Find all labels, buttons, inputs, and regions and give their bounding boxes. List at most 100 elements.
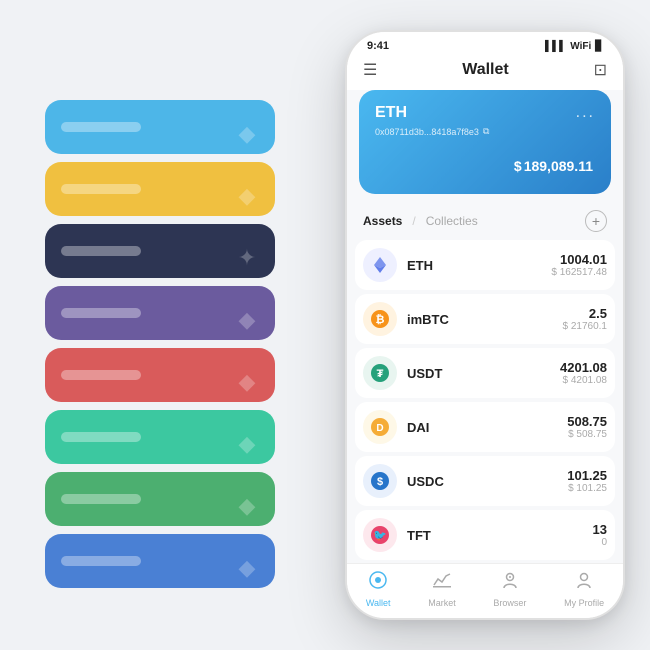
status-time: 9:41 [367,40,389,52]
browser-nav-icon [500,570,520,596]
phone-mockup: 9:41 ▌▌▌ WiFi ▊ ☰ Wallet ⊡ ETH ... [345,30,625,620]
imbtc-name: imBTC [407,312,563,327]
nav-wallet[interactable]: Wallet [366,570,391,608]
asset-list: ETH 1004.01 $ 162517.48 ₿ imBTC 2.5 $ 21… [347,240,623,563]
tab-assets[interactable]: Assets [363,214,402,228]
signal-icon: ▌▌▌ [545,41,566,52]
nav-market[interactable]: Market [428,570,456,608]
assets-section-header: Assets / Collecties + [347,204,623,240]
card-label [61,432,141,442]
dai-icon: D [363,410,397,444]
card-icon-3: ✦ [233,244,261,272]
dai-balance: 508.75 [567,414,607,429]
svg-text:$: $ [377,476,383,488]
card-icon-5: ◆ [233,368,261,396]
wallet-nav-label: Wallet [366,598,391,608]
card-label [61,308,141,318]
asset-item-usdc[interactable]: $ USDC 101.25 $ 101.25 [355,456,615,506]
wallet-card-8[interactable]: ◆ [45,534,275,588]
svg-text:₮: ₮ [377,368,384,380]
market-nav-label: Market [428,598,456,608]
usdt-amounts: 4201.08 $ 4201.08 [560,360,607,386]
usdc-name: USDC [407,474,567,489]
imbtc-icon: ₿ [363,302,397,336]
imbtc-balance: 2.5 [563,306,608,321]
eth-name: ETH [407,258,551,273]
asset-item-eth[interactable]: ETH 1004.01 $ 162517.48 [355,240,615,290]
cards-stack: ◆ ◆ ✦ ◆ ◆ ◆ ◆ ◆ [45,100,275,588]
card-label [61,370,141,380]
wallet-card-2[interactable]: ◆ [45,162,275,216]
wallet-card-7[interactable]: ◆ [45,472,275,526]
wallet-card-top: ETH ... [375,104,595,122]
nav-profile[interactable]: My Profile [564,570,604,608]
tft-amounts: 13 0 [593,522,607,548]
asset-item-usdt[interactable]: ₮ USDT 4201.08 $ 4201.08 [355,348,615,398]
wallet-more-button[interactable]: ... [576,104,595,122]
menu-icon[interactable]: ☰ [363,60,377,80]
tab-collecties[interactable]: Collecties [426,214,478,228]
wallet-address: 0x08711d3b...8418a7f8e3 ⧉ [375,126,595,137]
bottom-nav: Wallet Market Browser [347,563,623,618]
usdt-balance: 4201.08 [560,360,607,375]
eth-usd: $ 162517.48 [551,267,607,278]
card-label [61,184,141,194]
wallet-card-3[interactable]: ✦ [45,224,275,278]
market-nav-icon [432,570,452,596]
usdc-balance: 101.25 [567,468,607,483]
usdt-icon: ₮ [363,356,397,390]
tft-usd: 0 [593,537,607,548]
assets-tabs: Assets / Collecties [363,214,478,228]
add-asset-button[interactable]: + [585,210,607,232]
wallet-balance-amount: $189,089.11 [375,147,595,178]
svg-text:₿: ₿ [376,314,385,326]
card-label [61,556,141,566]
card-label [61,246,141,256]
nav-browser[interactable]: Browser [493,570,526,608]
wallet-card-6[interactable]: ◆ [45,410,275,464]
asset-item-dai[interactable]: D DAI 508.75 $ 508.75 [355,402,615,452]
page-title: Wallet [462,61,509,79]
card-label [61,494,141,504]
wallet-card-1[interactable]: ◆ [45,100,275,154]
tab-divider: / [412,214,415,228]
copy-address-icon[interactable]: ⧉ [483,126,489,137]
tft-balance: 13 [593,522,607,537]
phone-screen: 9:41 ▌▌▌ WiFi ▊ ☰ Wallet ⊡ ETH ... [347,32,623,618]
wallet-nav-icon [368,570,388,596]
dai-usd: $ 508.75 [567,429,607,440]
dai-amounts: 508.75 $ 508.75 [567,414,607,440]
phone-header: ☰ Wallet ⊡ [347,56,623,90]
card-icon-1: ◆ [233,120,261,148]
imbtc-usd: $ 21760.1 [563,321,608,332]
eth-amounts: 1004.01 $ 162517.48 [551,252,607,278]
card-label [61,122,141,132]
svg-text:D: D [376,423,383,434]
profile-nav-icon [574,570,594,596]
usdt-name: USDT [407,366,560,381]
browser-nav-label: Browser [493,598,526,608]
asset-item-imbtc[interactable]: ₿ imBTC 2.5 $ 21760.1 [355,294,615,344]
card-icon-4: ◆ [233,306,261,334]
scan-icon[interactable]: ⊡ [594,60,607,80]
wallet-card-5[interactable]: ◆ [45,348,275,402]
usdc-usd: $ 101.25 [567,483,607,494]
card-icon-7: ◆ [233,492,261,520]
usdc-icon: $ [363,464,397,498]
usdt-usd: $ 4201.08 [560,375,607,386]
eth-balance: 1004.01 [551,252,607,267]
profile-nav-label: My Profile [564,598,604,608]
card-icon-8: ◆ [233,554,261,582]
imbtc-amounts: 2.5 $ 21760.1 [563,306,608,332]
wallet-name: ETH [375,104,407,122]
wifi-icon: WiFi [570,41,591,52]
status-icons: ▌▌▌ WiFi ▊ [545,41,603,52]
asset-item-tft[interactable]: 🐦 TFT 13 0 [355,510,615,560]
card-icon-2: ◆ [233,182,261,210]
scene: ◆ ◆ ✦ ◆ ◆ ◆ ◆ ◆ [15,20,635,630]
dai-name: DAI [407,420,567,435]
usdc-amounts: 101.25 $ 101.25 [567,468,607,494]
wallet-balance-card[interactable]: ETH ... 0x08711d3b...8418a7f8e3 ⧉ $189,0… [359,90,611,194]
eth-icon [363,248,397,282]
wallet-card-4[interactable]: ◆ [45,286,275,340]
